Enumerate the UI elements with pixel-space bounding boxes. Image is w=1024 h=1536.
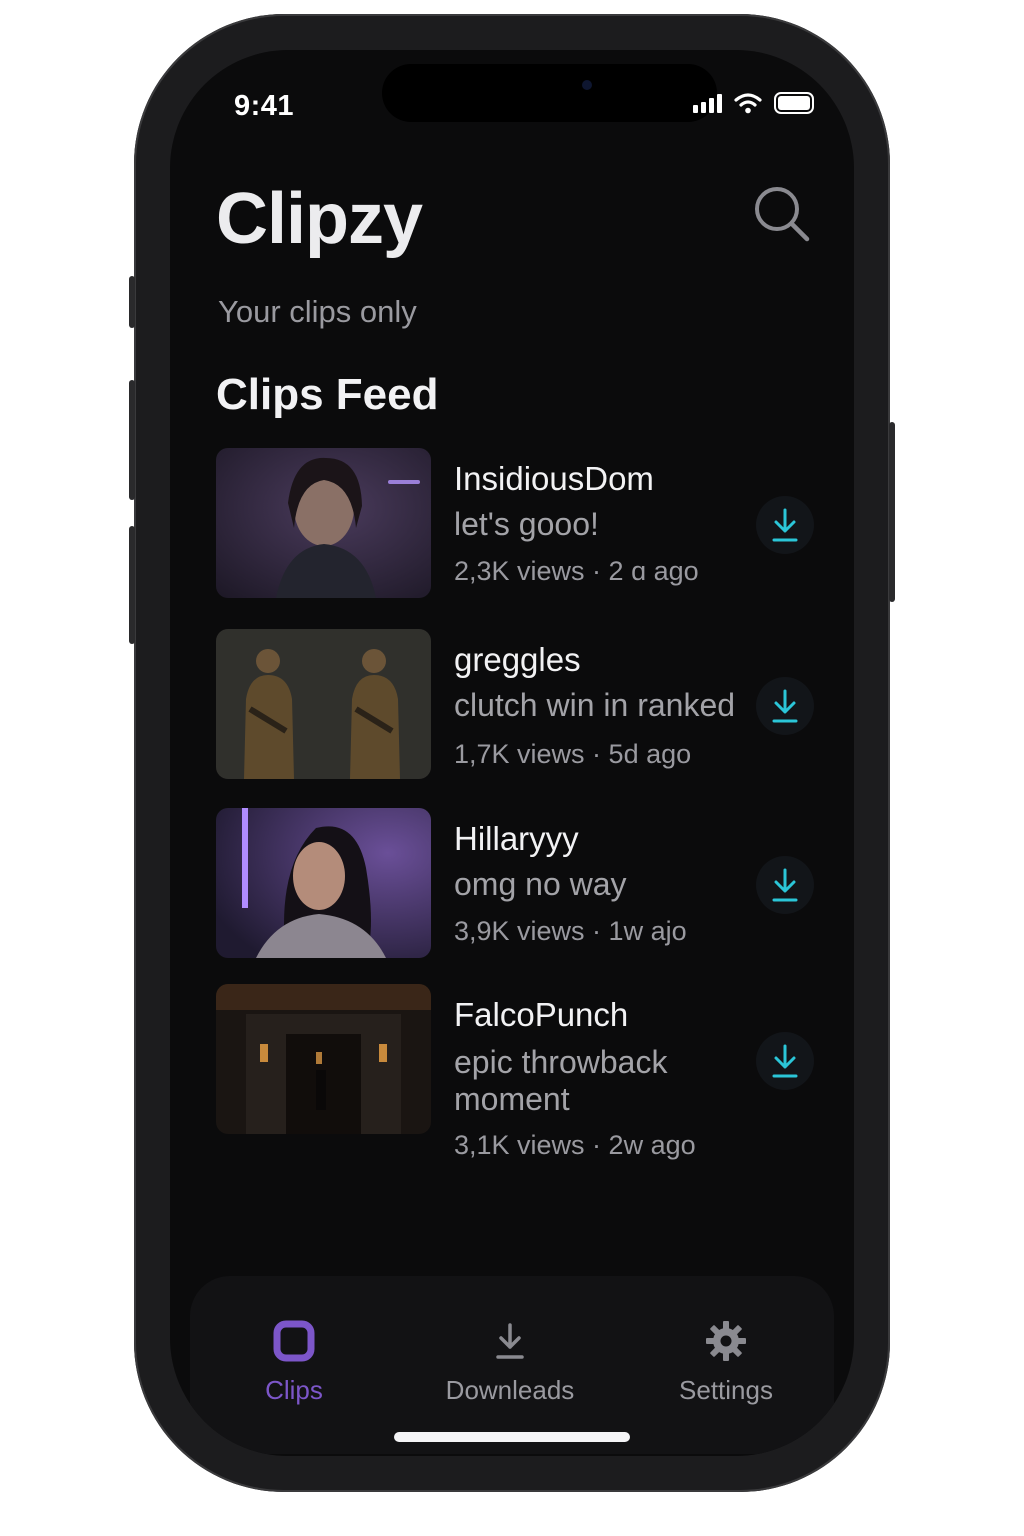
cellular-signal-icon — [693, 93, 722, 113]
app-subtitle: Your clips only — [218, 294, 417, 329]
clip-caption: epic throwback moment — [454, 1044, 668, 1117]
battery-icon — [774, 92, 814, 114]
download-icon — [486, 1317, 534, 1365]
side-button-power — [889, 422, 895, 602]
clip-meta: 3,1K views · 2w ago — [454, 1130, 696, 1160]
section-title: Clips Feed — [216, 370, 439, 419]
gear-icon — [702, 1317, 750, 1365]
download-icon — [772, 508, 798, 542]
clip-username: FalcoPunch — [454, 996, 629, 1033]
download-button[interactable] — [756, 677, 814, 735]
clips-square-icon — [270, 1317, 318, 1365]
clip-username: InsidiousDom — [454, 460, 654, 497]
tab-bar: Clips Downleads Settings — [190, 1276, 834, 1454]
download-icon — [772, 868, 798, 902]
clip-thumbnail[interactable] — [216, 808, 431, 958]
clip-caption: clutch win in ranked — [454, 687, 736, 723]
download-icon — [772, 689, 798, 723]
clip-caption: omg no way — [454, 866, 627, 902]
clip-meta: 1,7K views · 5d ago — [454, 739, 692, 769]
side-button-volume-down — [129, 526, 135, 644]
clip-thumbnail[interactable] — [216, 984, 431, 1134]
status-icons — [693, 92, 814, 114]
tab-label: Settings — [679, 1375, 773, 1405]
clip-item[interactable]: InsidiousDom let's gooo! 2,3K views · 2 … — [216, 448, 816, 598]
side-button-volume-up — [129, 380, 135, 500]
search-icon — [755, 187, 810, 242]
status-time: 9:41 — [234, 90, 295, 122]
screen: 9:41 Clipzy Your clips only Clips Feed I… — [170, 50, 854, 1456]
phone-frame: 9:41 Clipzy Your clips only Clips Feed I… — [129, 14, 895, 1492]
download-icon — [772, 1044, 798, 1078]
clip-meta: 2,3K views · 2 ɑ ago — [454, 556, 699, 586]
download-button[interactable] — [756, 856, 814, 914]
dynamic-island — [382, 64, 717, 122]
download-button[interactable] — [756, 1032, 814, 1090]
app-title: Clipzy — [216, 179, 423, 259]
tab-clips[interactable]: Clips — [194, 1276, 394, 1406]
clip-meta: 3,9K views · 1w ajo — [454, 916, 687, 946]
search-button[interactable] — [752, 184, 812, 244]
clip-username: Hillaryyy — [454, 820, 579, 857]
tab-label: Clips — [265, 1375, 323, 1405]
clip-item[interactable]: greggles clutch win in ranked 1,7K views… — [216, 629, 816, 779]
download-button[interactable] — [756, 496, 814, 554]
clip-username: greggles — [454, 641, 581, 678]
clip-item[interactable]: Hillaryyy omg no way 3,9K views · 1w ajo — [216, 808, 816, 958]
wifi-icon — [734, 93, 762, 114]
tab-label: Downleads — [445, 1375, 575, 1405]
clip-caption: let's gooo! — [454, 506, 599, 542]
clip-thumbnail[interactable] — [216, 448, 431, 598]
tab-downloads[interactable]: Downleads — [410, 1276, 610, 1406]
tab-settings[interactable]: Settings — [626, 1276, 826, 1406]
clip-thumbnail[interactable] — [216, 629, 431, 779]
home-indicator[interactable] — [394, 1432, 630, 1442]
side-button-action — [129, 276, 135, 328]
clip-item[interactable]: FalcoPunch epic throwback moment 3,1K vi… — [216, 984, 816, 1180]
front-camera — [582, 80, 592, 90]
